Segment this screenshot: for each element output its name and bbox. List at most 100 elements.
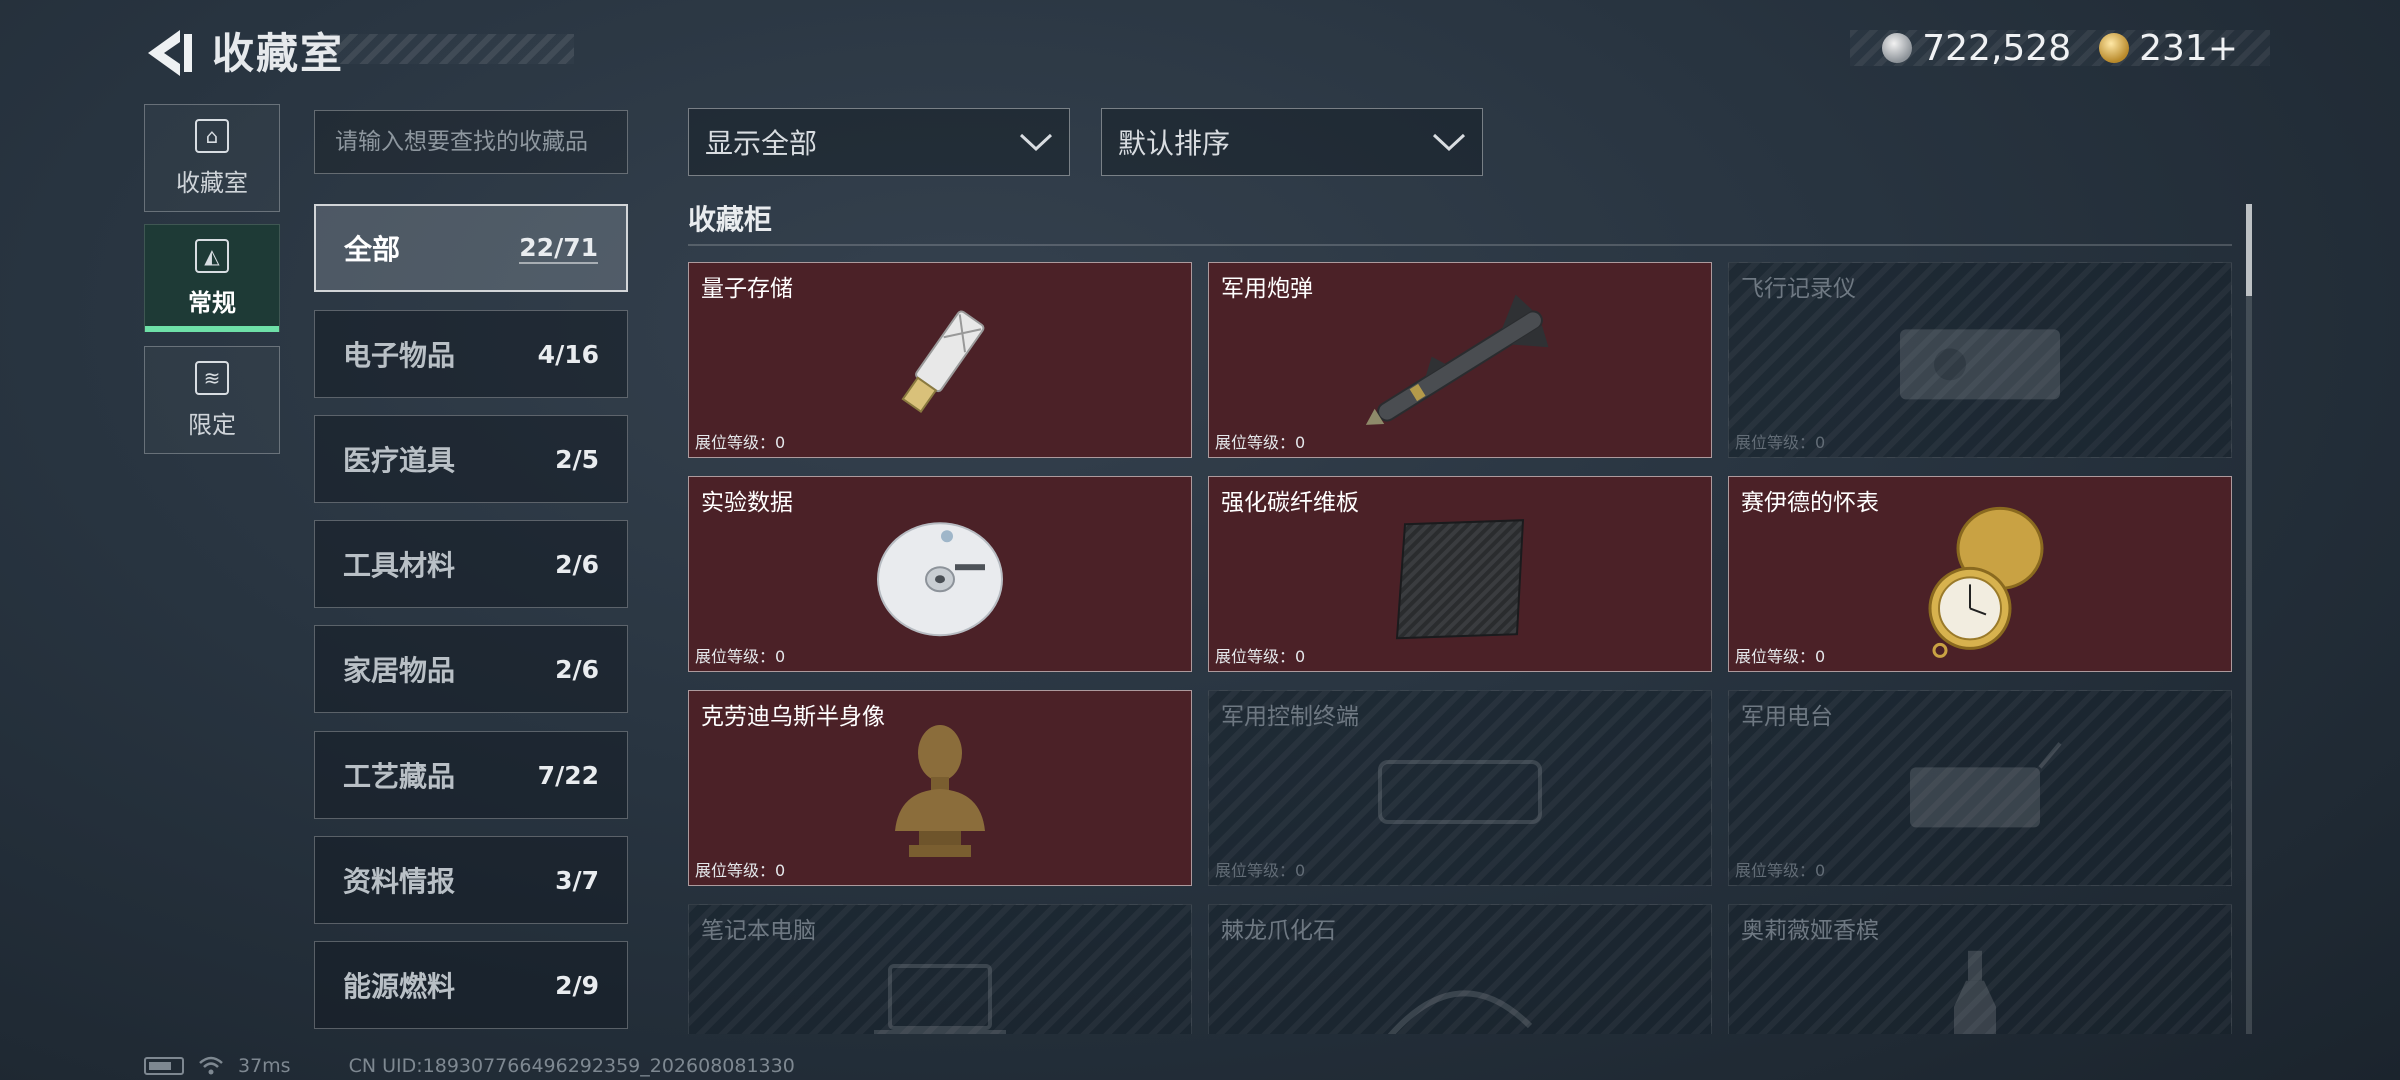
category-count: 2/6 xyxy=(555,549,599,579)
nav-tab-limited[interactable]: ≋ 限定 xyxy=(144,346,280,454)
limited-icon: ≋ xyxy=(195,360,229,395)
item-name: 量子存储 xyxy=(701,276,793,302)
item-level: 展位等级：0 xyxy=(695,433,786,452)
category-count: 2/9 xyxy=(555,970,599,1000)
category-household[interactable]: 家居物品 2/6 xyxy=(314,625,628,713)
collection-item-card[interactable]: 量子存储 展位等级：0 xyxy=(688,262,1192,458)
pocket-watch-icon xyxy=(1928,506,2044,658)
control-terminal-icon xyxy=(1378,760,1542,824)
back-button[interactable] xyxy=(140,22,202,84)
item-level: 展位等级：0 xyxy=(1215,647,1306,666)
collection-item-card[interactable]: 军用电台 展位等级：0 xyxy=(1728,690,2232,886)
item-name: 强化碳纤维板 xyxy=(1221,490,1359,516)
item-name: 军用控制终端 xyxy=(1221,704,1359,730)
collection-item-card[interactable]: 笔记本电脑 xyxy=(688,904,1192,1034)
collection-item-card[interactable]: 赛伊德的怀表 展位等级：0 xyxy=(1728,476,2232,672)
chevron-down-icon xyxy=(1432,133,1466,152)
category-name: 电子物品 xyxy=(343,339,456,372)
item-name: 军用炮弹 xyxy=(1221,276,1313,302)
flight-recorder-icon xyxy=(1900,329,2060,400)
ping-value: 37ms xyxy=(238,1055,291,1077)
nav-tab-label: 限定 xyxy=(188,410,236,439)
item-level: 展位等级：0 xyxy=(1735,861,1826,880)
item-level: 展位等级：0 xyxy=(695,647,786,666)
collection-item-card[interactable]: 实验数据 展位等级：0 xyxy=(688,476,1192,672)
grid-scrollbar-thumb[interactable] xyxy=(2246,204,2252,296)
bust-icon xyxy=(895,725,985,857)
category-all[interactable]: 全部 22/71 xyxy=(314,204,628,292)
category-count: 2/6 xyxy=(555,654,599,684)
item-level: 展位等级：0 xyxy=(1215,433,1306,452)
page-title: 收藏室 xyxy=(212,29,345,78)
category-count: 22/71 xyxy=(519,232,598,264)
section-divider xyxy=(688,244,2232,246)
item-level: 展位等级：0 xyxy=(1735,433,1826,452)
collection-room-icon: ⌂ xyxy=(195,118,229,153)
radio-icon xyxy=(1910,742,2062,828)
item-level: 展位等级：0 xyxy=(695,861,786,880)
nav-tab-collection-room[interactable]: ⌂ 收藏室 xyxy=(144,104,280,212)
collection-item-card[interactable]: 强化碳纤维板 展位等级：0 xyxy=(1208,476,1712,672)
user-uid: CN UID:189307766496292359_202608081330 xyxy=(348,1055,795,1077)
chevron-down-icon xyxy=(1019,133,1053,152)
missile-icon xyxy=(1365,294,1549,425)
collection-item-card[interactable]: 军用控制终端 展位等级：0 xyxy=(1208,690,1712,886)
category-count: 3/7 xyxy=(555,865,599,895)
silver-currency-value: 722,528 xyxy=(1922,27,2072,69)
item-name: 棘龙爪化石 xyxy=(1221,918,1336,944)
currency-bar: 722,528 231+ xyxy=(1850,27,2270,69)
usb-drive-icon xyxy=(901,310,985,414)
carbon-plate-icon xyxy=(1395,519,1525,640)
nav-tab-label: 常规 xyxy=(188,288,236,317)
silver-coin-icon xyxy=(1882,33,1913,63)
collection-item-card[interactable]: 飞行记录仪 展位等级：0 xyxy=(1728,262,2232,458)
category-medical[interactable]: 医疗道具 2/5 xyxy=(314,415,628,503)
gold-coin-icon xyxy=(2099,33,2130,63)
fossil-icon xyxy=(1387,990,1533,1034)
category-energy[interactable]: 能源燃料 2/9 xyxy=(314,941,628,1029)
champagne-icon xyxy=(1954,950,1996,1034)
item-name: 赛伊德的怀表 xyxy=(1741,490,1879,516)
category-tools[interactable]: 工具材料 2/6 xyxy=(314,520,628,608)
item-name: 实验数据 xyxy=(701,490,793,516)
status-bar: 37ms CN UID:189307766496292359_202608081… xyxy=(144,1054,795,1078)
grid-scrollbar[interactable] xyxy=(2246,204,2252,1034)
category-crafts[interactable]: 工艺藏品 7/22 xyxy=(314,731,628,819)
item-level: 展位等级：0 xyxy=(1215,861,1306,880)
category-name: 工具材料 xyxy=(343,549,456,582)
regular-icon: ◭ xyxy=(195,238,229,273)
collection-item-card[interactable]: 克劳迪乌斯半身像 展位等级：0 xyxy=(688,690,1192,886)
sort-dropdown[interactable]: 默认排序 xyxy=(1101,108,1483,176)
section-title: 收藏柜 xyxy=(688,203,773,236)
category-count: 4/16 xyxy=(537,339,599,369)
item-name: 飞行记录仪 xyxy=(1741,276,1856,302)
search-input[interactable] xyxy=(314,110,628,174)
category-count: 7/22 xyxy=(537,760,599,790)
category-name: 全部 xyxy=(344,233,401,266)
category-name: 工艺藏品 xyxy=(343,760,456,793)
title-decoration xyxy=(330,34,574,64)
dropdown-value: 显示全部 xyxy=(705,127,818,160)
gold-currency-value[interactable]: 231+ xyxy=(2139,28,2238,69)
display-filter-dropdown[interactable]: 显示全部 xyxy=(688,108,1070,176)
laptop-icon xyxy=(874,964,1006,1034)
wifi-icon xyxy=(199,1056,223,1075)
back-arrow-icon xyxy=(148,30,192,76)
item-name: 笔记本电脑 xyxy=(701,918,816,944)
category-intel[interactable]: 资料情报 3/7 xyxy=(314,836,628,924)
item-name: 奥莉薇娅香槟 xyxy=(1741,918,1879,944)
collection-item-card[interactable]: 军用炮弹 展位等级：0 xyxy=(1208,262,1712,458)
category-name: 能源燃料 xyxy=(343,970,456,1003)
collection-item-card[interactable]: 棘龙爪化石 xyxy=(1208,904,1712,1034)
category-name: 资料情报 xyxy=(343,865,456,898)
item-name: 克劳迪乌斯半身像 xyxy=(701,704,885,730)
disc-icon xyxy=(877,522,1003,637)
category-count: 2/5 xyxy=(555,444,599,474)
dropdown-value: 默认排序 xyxy=(1118,127,1231,160)
item-name: 军用电台 xyxy=(1741,704,1833,730)
collection-grid: 量子存储 展位等级：0 军用炮弹 展位等级：0 飞行记录仪 展位等级：0 实验数… xyxy=(688,262,2232,1034)
category-electronics[interactable]: 电子物品 4/16 xyxy=(314,310,628,398)
category-name: 医疗道具 xyxy=(343,444,456,477)
nav-tab-regular[interactable]: ◭ 常规 xyxy=(144,224,280,332)
collection-item-card[interactable]: 奥莉薇娅香槟 xyxy=(1728,904,2232,1034)
